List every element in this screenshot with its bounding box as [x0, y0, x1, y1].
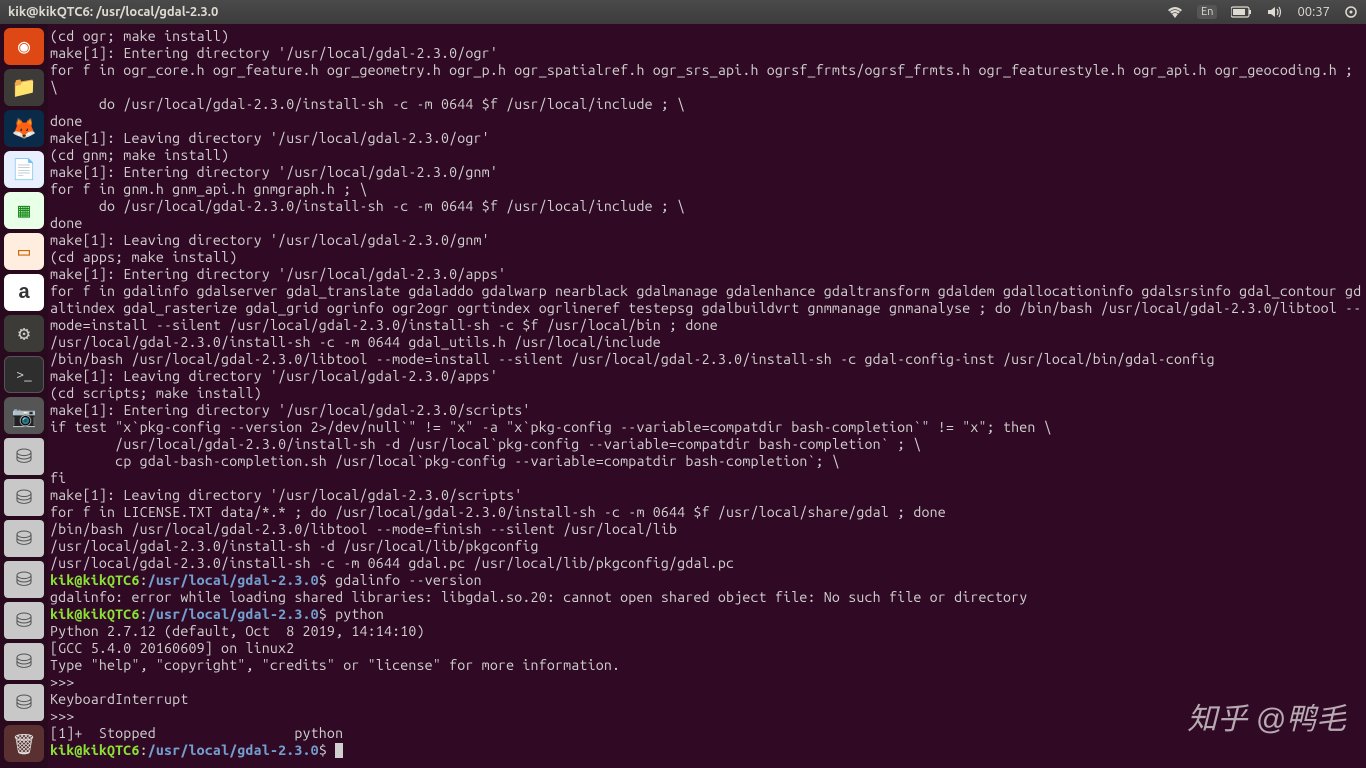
system-indicators: En 00:37	[1167, 5, 1358, 19]
terminal-output-line: make[1]: Entering directory '/usr/local/…	[50, 266, 1364, 283]
terminal-prompt-line: kik@kikQTC6:/usr/local/gdal-2.3.0$ pytho…	[50, 606, 1364, 623]
terminal-output-line: make[1]: Leaving directory '/usr/local/g…	[50, 232, 1364, 249]
terminal-output-line: /usr/local/gdal-2.3.0/install-sh -c -m 0…	[50, 334, 1364, 351]
launcher-drive3[interactable]: ⛁	[4, 520, 44, 557]
battery-icon[interactable]	[1231, 6, 1253, 18]
terminal-viewport[interactable]: (cd ogr; make install)make[1]: Entering …	[48, 24, 1366, 768]
launcher-drive7[interactable]: ⛁	[4, 684, 44, 721]
session-gear-icon[interactable]	[1344, 5, 1358, 19]
terminal-output-line: for f in gnm.h gnm_api.h gnmgraph.h ; \	[50, 181, 1364, 198]
launcher-drive6[interactable]: ⛁	[4, 643, 44, 680]
launcher-drive2[interactable]: ⛁	[4, 479, 44, 516]
terminal-command	[327, 742, 335, 758]
terminal-output-line: make[1]: Entering directory '/usr/local/…	[50, 45, 1364, 62]
terminal-output-line: /bin/bash /usr/local/gdal-2.3.0/libtool …	[50, 521, 1364, 538]
launcher-drive4[interactable]: ⛁	[4, 561, 44, 598]
unity-launcher: ◉ 📁 🦊 📄 ▦ ▭ a ⚙ >_ 📷 ⛁ ⛁ ⛁ ⛁ ⛁ ⛁ ⛁ 🗑	[0, 24, 48, 768]
terminal-output-line: for f in gdalinfo gdalserver gdal_transl…	[50, 283, 1364, 334]
volume-icon[interactable]	[1267, 6, 1283, 18]
terminal-output-line: done	[50, 215, 1364, 232]
terminal-output-line: /bin/bash /usr/local/gdal-2.3.0/libtool …	[50, 351, 1364, 368]
terminal-output-line: fi	[50, 470, 1364, 487]
terminal-output-line: /usr/local/gdal-2.3.0/install-sh -d /usr…	[50, 436, 1364, 453]
launcher-terminal[interactable]: >_	[4, 356, 44, 393]
terminal-output-line: do /usr/local/gdal-2.3.0/install-sh -c -…	[50, 96, 1364, 113]
terminal-output-line: /usr/local/gdal-2.3.0/install-sh -d /usr…	[50, 538, 1364, 555]
terminal-output-line: [GCC 5.4.0 20160609] on linux2	[50, 640, 1364, 657]
launcher-drive5[interactable]: ⛁	[4, 602, 44, 639]
terminal-prompt-line: kik@kikQTC6:/usr/local/gdal-2.3.0$ gdali…	[50, 572, 1364, 589]
terminal-prompt-line: kik@kikQTC6:/usr/local/gdal-2.3.0$	[50, 742, 1364, 759]
terminal-output-line: if test "x`pkg-config --version 2>/dev/n…	[50, 419, 1364, 436]
terminal-output-line: make[1]: Leaving directory '/usr/local/g…	[50, 487, 1364, 504]
terminal-command: gdalinfo --version	[327, 572, 482, 588]
terminal-command: python	[327, 606, 384, 622]
clock[interactable]: 00:37	[1297, 5, 1330, 19]
launcher-nautilus[interactable]: 📁	[4, 69, 44, 106]
terminal-output-line: make[1]: Entering directory '/usr/local/…	[50, 164, 1364, 181]
launcher-calc[interactable]: ▦	[4, 192, 44, 229]
terminal-output-line: [1]+ Stopped python	[50, 725, 1364, 742]
terminal-output-line: Type "help", "copyright", "credits" or "…	[50, 657, 1364, 674]
terminal-output-line: gdalinfo: error while loading shared lib…	[50, 589, 1364, 606]
launcher-impress[interactable]: ▭	[4, 233, 44, 270]
launcher-amazon[interactable]: a	[4, 274, 44, 311]
terminal-output-line: KeyboardInterrupt	[50, 691, 1364, 708]
terminal-output-line: (cd scripts; make install)	[50, 385, 1364, 402]
terminal-output-line: Python 2.7.12 (default, Oct 8 2019, 14:1…	[50, 623, 1364, 640]
terminal-cursor	[335, 743, 343, 758]
top-menu-bar: kik@kikQTC6: /usr/local/gdal-2.3.0 En 00…	[0, 0, 1366, 24]
wifi-icon[interactable]	[1167, 6, 1183, 18]
launcher-writer[interactable]: 📄	[4, 151, 44, 188]
launcher-ubuntu-dash[interactable]: ◉	[4, 28, 44, 65]
terminal-output-line: (cd ogr; make install)	[50, 28, 1364, 45]
launcher-drive1[interactable]: ⛁	[4, 438, 44, 475]
terminal-output-line: (cd gnm; make install)	[50, 147, 1364, 164]
terminal-output-line: done	[50, 113, 1364, 130]
terminal-output-line: for f in LICENSE.TXT data/*.* ; do /usr/…	[50, 504, 1364, 521]
terminal-output-line: make[1]: Leaving directory '/usr/local/g…	[50, 130, 1364, 147]
launcher-screenshot[interactable]: 📷	[4, 397, 44, 434]
terminal-output-line: for f in ogr_core.h ogr_feature.h ogr_ge…	[50, 62, 1364, 96]
terminal-output-line: >>>	[50, 674, 1364, 691]
terminal-output-line: make[1]: Leaving directory '/usr/local/g…	[50, 368, 1364, 385]
window-title: kik@kikQTC6: /usr/local/gdal-2.3.0	[8, 5, 218, 19]
keyboard-lang-indicator[interactable]: En	[1197, 5, 1217, 19]
terminal-output-line: do /usr/local/gdal-2.3.0/install-sh -c -…	[50, 198, 1364, 215]
launcher-settings[interactable]: ⚙	[4, 315, 44, 352]
terminal-output-line: cp gdal-bash-completion.sh /usr/local`pk…	[50, 453, 1364, 470]
terminal-output-line: >>>	[50, 708, 1364, 725]
launcher-firefox[interactable]: 🦊	[4, 110, 44, 147]
terminal-output-line: make[1]: Entering directory '/usr/local/…	[50, 402, 1364, 419]
terminal-output-line: /usr/local/gdal-2.3.0/install-sh -c -m 0…	[50, 555, 1364, 572]
launcher-trash[interactable]: 🗑	[4, 725, 44, 762]
terminal-output-line: (cd apps; make install)	[50, 249, 1364, 266]
